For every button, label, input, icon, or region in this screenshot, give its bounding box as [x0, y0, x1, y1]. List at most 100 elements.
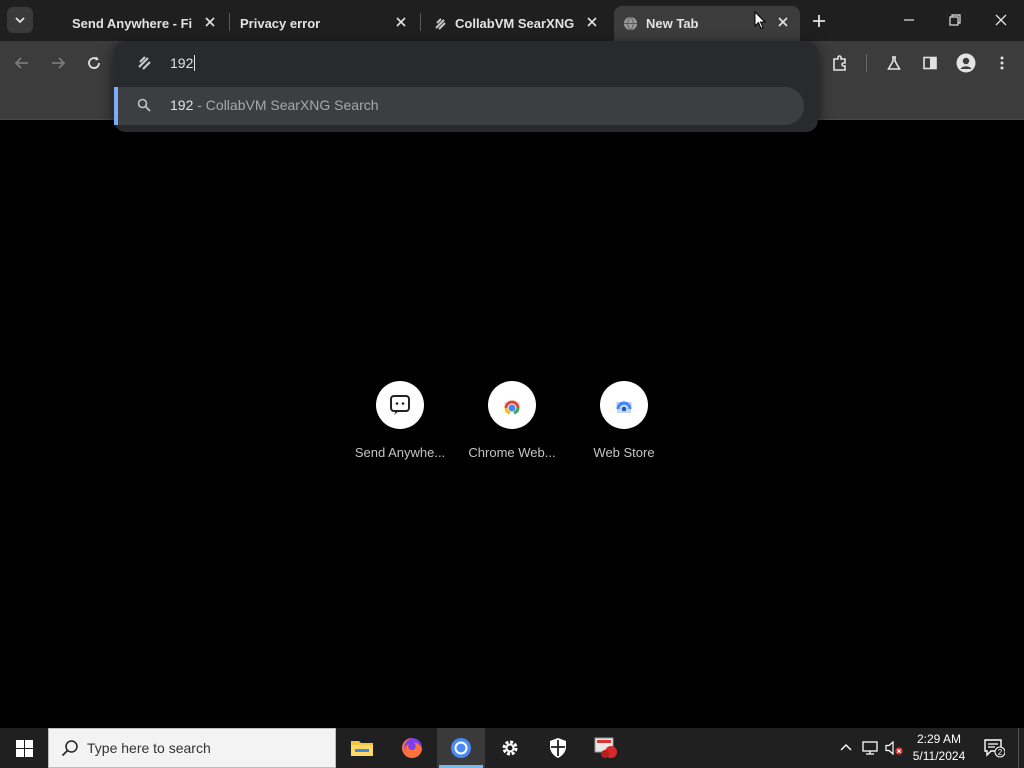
tab-collabvm-searxng[interactable]: CollabVM SearXNG: [421, 6, 611, 41]
taskbar-firefox[interactable]: [388, 728, 436, 768]
mouse-cursor-icon: [754, 11, 766, 30]
tab-close-button[interactable]: [392, 13, 410, 31]
web-store-icon: [616, 401, 632, 413]
notification-icon: 2: [984, 739, 1005, 758]
search-icon: [61, 740, 78, 757]
restore-icon: [949, 14, 961, 26]
tab-new-tab[interactable]: New Tab: [614, 6, 800, 41]
volume-button[interactable]: [883, 728, 905, 768]
tab-search-button[interactable]: [7, 7, 33, 33]
clock-date: 5/11/2024: [912, 749, 966, 763]
shortcut-tile: [600, 381, 648, 429]
menu-button[interactable]: [988, 49, 1016, 77]
minimize-button[interactable]: [886, 0, 932, 40]
firefox-icon: [402, 738, 422, 758]
tab-title: Privacy error: [240, 16, 321, 31]
close-icon: [778, 17, 788, 27]
shortcut-chrome-web[interactable]: Chrome Web...: [464, 381, 560, 471]
flask-icon: [887, 56, 901, 70]
tab-strip: Send Anywhere - File Privacy error Colla…: [0, 0, 1024, 41]
shortcut-label: Send Anywhe...: [354, 445, 446, 460]
avatar-icon: [956, 53, 976, 73]
close-icon: [205, 17, 215, 27]
shortcut-web-store[interactable]: Web Store: [576, 381, 672, 471]
omnibox-suggestion[interactable]: 192 - CollabVM SearXNG Search: [114, 87, 804, 125]
tab-close-button[interactable]: [774, 13, 792, 31]
chevron-up-icon: [840, 744, 852, 751]
forward-button[interactable]: [44, 49, 72, 77]
reload-icon: [88, 56, 100, 69]
suggestion-description: - CollabVM SearXNG Search: [193, 97, 379, 113]
show-desktop-button[interactable]: [1018, 728, 1024, 768]
shortcut-tile: [488, 381, 536, 429]
tab-title: Send Anywhere - File: [72, 16, 192, 31]
show-hidden-icons-button[interactable]: [836, 728, 856, 768]
volume-muted-icon: [885, 740, 903, 756]
searxng-favicon-icon: [435, 17, 446, 30]
clock-time: 2:29 AM: [916, 732, 962, 746]
suggestion-text: 192 - CollabVM SearXNG Search: [170, 97, 379, 113]
side-panel-icon: [923, 56, 937, 70]
send-anywhere-icon: [390, 395, 410, 415]
close-window-button[interactable]: [978, 0, 1024, 40]
extensions-button[interactable]: [826, 49, 854, 77]
arrow-right-icon: [52, 57, 66, 69]
start-button[interactable]: [0, 728, 48, 768]
notification-count: 2: [998, 748, 1003, 757]
more-vertical-icon: [1000, 56, 1004, 70]
windows-logo-icon: [15, 739, 33, 757]
taskbar-red-app[interactable]: [582, 728, 630, 768]
taskbar-settings[interactable]: [486, 728, 534, 768]
tab-send-anywhere[interactable]: Send Anywhere - File: [48, 6, 228, 41]
address-input[interactable]: 192: [170, 53, 770, 73]
windows-taskbar: Type here to search 2:29 AM 5/11/2024 2: [0, 728, 1024, 768]
tab-title: New Tab: [646, 16, 699, 31]
taskbar-search-box[interactable]: Type here to search: [48, 728, 336, 768]
search-icon: [137, 98, 151, 112]
shield-icon: [550, 738, 566, 758]
network-button[interactable]: [859, 728, 881, 768]
new-tab-button[interactable]: [806, 8, 832, 34]
text-caret: [194, 55, 196, 71]
restore-button[interactable]: [932, 0, 978, 40]
red-app-icon: [594, 737, 617, 758]
minimize-icon: [904, 19, 914, 21]
shortcut-tile: [376, 381, 424, 429]
omnibox-dropdown: 192 192 - CollabVM SearXNG Search: [114, 41, 818, 132]
globe-icon: [623, 16, 638, 31]
shortcut-label: Chrome Web...: [468, 445, 556, 460]
suggestion-accent-bar: [114, 87, 118, 125]
reload-button[interactable]: [80, 49, 108, 77]
close-icon: [587, 17, 597, 27]
shortcut-send-anywhere[interactable]: Send Anywhe...: [352, 381, 448, 471]
chevron-down-icon: [15, 17, 25, 24]
tab-close-button[interactable]: [583, 13, 601, 31]
taskbar-clock[interactable]: 2:29 AM 5/11/2024: [905, 731, 973, 765]
taskbar-file-explorer[interactable]: [338, 728, 386, 768]
tab-title: CollabVM SearXNG: [455, 16, 575, 31]
back-button[interactable]: [8, 49, 36, 77]
address-input-value: 192: [170, 55, 194, 71]
chrome-icon: [451, 738, 471, 758]
toolbar-separator: [866, 54, 867, 72]
close-icon: [396, 17, 406, 27]
tab-close-button[interactable]: [201, 13, 219, 31]
searxng-icon: [138, 56, 151, 70]
side-panel-button[interactable]: [916, 49, 944, 77]
network-icon: [862, 741, 878, 755]
chrome-web-store-icon: [504, 400, 520, 415]
taskbar-chrome[interactable]: [437, 728, 485, 768]
plus-icon: [813, 15, 825, 27]
folder-icon: [351, 741, 373, 756]
profile-button[interactable]: [952, 49, 980, 77]
notification-center-button[interactable]: 2: [980, 728, 1008, 768]
labs-button[interactable]: [880, 49, 908, 77]
taskbar-windows-security[interactable]: [534, 728, 582, 768]
arrow-left-icon: [14, 57, 28, 69]
puzzle-icon: [833, 55, 846, 71]
suggestion-query: 192: [170, 97, 194, 113]
gear-icon: [502, 740, 518, 756]
close-icon: [995, 14, 1007, 26]
tab-privacy-error[interactable]: Privacy error: [230, 6, 418, 41]
shortcut-label: Web Store: [593, 445, 655, 460]
